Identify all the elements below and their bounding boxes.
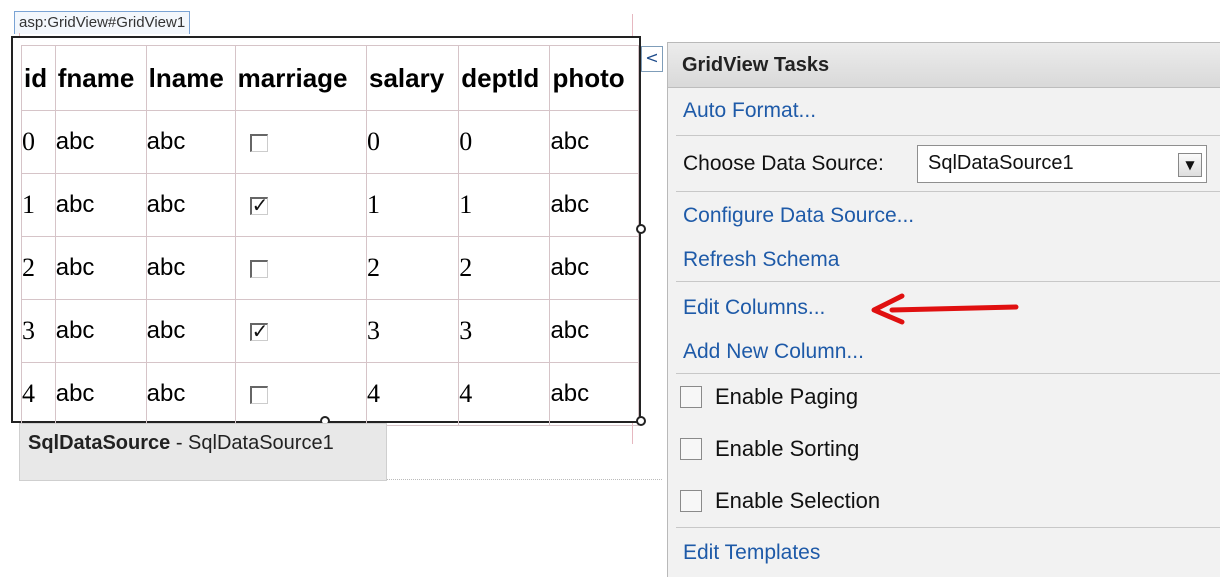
divider [676, 135, 1220, 136]
add-new-column-link[interactable]: Add New Column... [683, 340, 864, 364]
divider [676, 281, 1220, 282]
unchecked-checkbox-icon [249, 259, 268, 278]
cell-salary: 4 [365, 362, 460, 426]
cell-salary: 1 [365, 173, 460, 237]
cell-fname: abc [54, 362, 147, 426]
edit-templates-link[interactable]: Edit Templates [683, 541, 820, 565]
column-header-deptid: deptId [458, 45, 551, 111]
column-header-lname: lname [145, 45, 236, 111]
divider [676, 191, 1220, 192]
cell-salary: 3 [365, 299, 460, 363]
red-arrow-icon [871, 293, 1019, 325]
cell-photo: abc [549, 299, 639, 363]
cell-marriage [234, 362, 367, 426]
datasource-type: SqlDataSource [28, 432, 171, 454]
cell-photo: abc [549, 236, 639, 300]
auto-format-link[interactable]: Auto Format... [683, 99, 816, 123]
cell-fname: abc [54, 299, 147, 363]
checked-checkbox-icon [249, 319, 268, 343]
configure-data-source-link[interactable]: Configure Data Source... [683, 204, 914, 228]
column-header-id: id [21, 45, 56, 111]
cell-photo: abc [549, 362, 639, 426]
table-row: 0 abc abc 0 0 abc [21, 110, 639, 174]
cell-deptid: 3 [458, 299, 551, 363]
refresh-schema-link[interactable]: Refresh Schema [683, 248, 839, 272]
table-row: 3abcabc33abc [21, 299, 639, 363]
cell-fname: abc [54, 236, 147, 300]
chevron-left-icon: < [645, 48, 659, 67]
smart-tag-button[interactable]: < [641, 46, 663, 72]
table-row: 4 abc abc 4 4 abc [21, 362, 639, 426]
choose-data-source-label: Choose Data Source: [683, 152, 884, 175]
data-source-value: SqlDataSource1 [928, 152, 1074, 174]
checked-checkbox-icon [249, 193, 268, 217]
table-row: 2 abc abc 2 2 abc [21, 236, 639, 300]
cell-marriage [234, 236, 367, 300]
cell-id: 0 [21, 110, 56, 174]
edit-columns-link[interactable]: Edit Columns... [683, 296, 825, 320]
gridview-tag: asp:GridView#GridView1 [14, 11, 191, 34]
sqldatasource-control[interactable]: SqlDataSource - SqlDataSource1 [19, 423, 387, 481]
cell-deptid: 2 [458, 236, 551, 300]
column-header-salary: salary [365, 45, 460, 111]
cell-photo: abc [549, 173, 639, 237]
divider [676, 373, 1220, 374]
column-header-fname: fname [54, 45, 147, 111]
cell-id: 4 [21, 362, 56, 426]
grid-body: 0abcabc00abc1abcabc11abc2abcabc22abc3abc… [21, 110, 639, 426]
unchecked-checkbox-icon [249, 385, 268, 404]
cell-fname: abc [54, 173, 147, 237]
cell-id: 2 [21, 236, 56, 300]
enable-sorting-label: Enable Sorting [715, 436, 860, 461]
panel-title: GridView Tasks [668, 43, 1220, 88]
cell-deptid: 4 [458, 362, 551, 426]
cell-id: 1 [21, 173, 56, 237]
dotted-guide [387, 479, 662, 480]
datasource-separator: - [170, 432, 189, 454]
cell-marriage [234, 299, 367, 363]
table-row: 1abcabc11abc [21, 173, 639, 237]
gridview[interactable]: id fname lname marriage salary deptId photo 0a… [11, 36, 641, 426]
grid-table: id fname lname marriage salary deptId photo 0a… [21, 45, 639, 426]
chevron-down-icon[interactable]: ▼ [1178, 153, 1202, 177]
column-header-marriage: marriage [234, 45, 367, 111]
cell-marriage [234, 173, 367, 237]
cell-deptid: 0 [458, 110, 551, 174]
enable-paging-checkbox[interactable] [680, 386, 702, 408]
column-header-photo: photo [549, 45, 639, 111]
enable-selection-label: Enable Selection [715, 488, 881, 513]
cell-fname: abc [54, 110, 147, 174]
cell-salary: 0 [365, 110, 460, 174]
cell-marriage [234, 110, 367, 174]
resize-handle-right[interactable] [636, 224, 646, 234]
enable-paging-label: Enable Paging [715, 384, 859, 409]
enable-sorting-checkbox[interactable] [680, 438, 702, 460]
resize-handle-corner[interactable] [636, 416, 646, 426]
divider [676, 527, 1220, 528]
enable-selection-checkbox[interactable] [680, 490, 702, 512]
cell-salary: 2 [365, 236, 460, 300]
datasource-name: SqlDataSource1 [188, 432, 334, 454]
cell-lname: abc [145, 362, 236, 426]
cell-lname: abc [145, 110, 236, 174]
cell-lname: abc [145, 299, 236, 363]
data-source-select[interactable]: SqlDataSource1 ▼ [917, 145, 1207, 183]
cell-photo: abc [549, 110, 639, 174]
cell-lname: abc [145, 236, 236, 300]
grid-header-row: id fname lname marriage salary deptId photo [21, 45, 639, 111]
cell-id: 3 [21, 299, 56, 363]
cell-lname: abc [145, 173, 236, 237]
unchecked-checkbox-icon [249, 133, 268, 152]
cell-deptid: 1 [458, 173, 551, 237]
